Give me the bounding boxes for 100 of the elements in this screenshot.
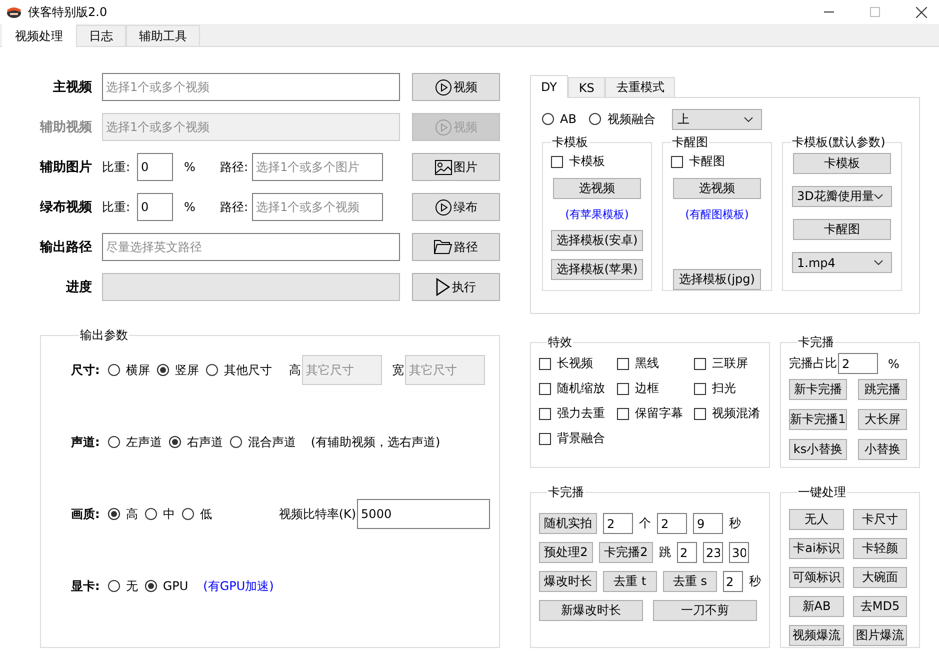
checkbox[interactable]: 视频混淆 <box>694 405 769 422</box>
action-button[interactable]: 新AB <box>789 596 844 617</box>
option-dropdown[interactable]: 3D花瓣使用量 <box>792 186 892 207</box>
path-field[interactable]: 选择1个或多个视频 <box>102 73 400 101</box>
action-button[interactable]: 一刀不剪 <box>653 600 757 621</box>
number-field[interactable]: 2 <box>603 513 633 534</box>
radio-button[interactable] <box>156 364 169 376</box>
checkbox[interactable]: 卡醒图 <box>671 153 725 170</box>
field-label: 宽 <box>392 362 404 378</box>
browse-button[interactable]: 视频 <box>412 73 500 101</box>
radio-label[interactable]: 左声道 <box>126 434 162 450</box>
template-button[interactable]: 卡醒图 <box>793 219 891 240</box>
template-button[interactable]: 卡模板 <box>793 153 891 174</box>
action-button[interactable]: 卡尺寸 <box>853 509 907 530</box>
number-field[interactable]: 2 <box>677 542 697 563</box>
radio-button[interactable] <box>206 364 218 376</box>
action-button[interactable]: 新爆改时长 <box>539 600 643 621</box>
browse-button[interactable]: 路径 <box>412 233 500 261</box>
position-dropdown[interactable]: 上 <box>672 108 762 130</box>
radio-button[interactable] <box>108 364 120 376</box>
path-field[interactable]: 选择1个或多个图片 <box>252 153 384 181</box>
tab[interactable]: 去重模式 <box>605 77 676 97</box>
radio-button[interactable] <box>230 436 242 448</box>
radio-label[interactable]: 无 <box>126 578 138 594</box>
action-button[interactable]: 随机实拍 <box>539 513 597 534</box>
action-button[interactable]: 卡轻颜 <box>853 538 907 559</box>
checkbox[interactable]: 背景融合 <box>539 430 617 447</box>
template-button[interactable]: 选择模板(安卓) <box>551 230 643 251</box>
browse-button[interactable]: 绿布 <box>412 193 500 221</box>
radio-label[interactable]: 其他尺寸 <box>224 362 272 378</box>
template-button[interactable]: 选视频 <box>553 178 641 199</box>
radio-label[interactable]: GPU <box>162 579 188 593</box>
radio-label[interactable]: 混合声道 <box>248 434 296 450</box>
radio-label[interactable]: 高 <box>126 506 138 522</box>
browse-button[interactable]: 图片 <box>412 153 500 181</box>
action-button[interactable]: 去重 s <box>663 571 717 592</box>
bitrate-field[interactable]: 5000 <box>357 499 490 529</box>
radio-button[interactable] <box>108 436 120 448</box>
checkbox[interactable]: 扫光 <box>694 380 769 397</box>
template-button[interactable]: 选择模板(苹果) <box>551 259 643 280</box>
radio-button[interactable] <box>182 508 194 520</box>
action-button[interactable]: 去MD5 <box>853 596 907 617</box>
radio-label[interactable]: 右声道 <box>186 434 223 450</box>
template-button[interactable]: 选视频 <box>673 178 761 199</box>
checkbox[interactable]: 边框 <box>617 380 694 397</box>
checkbox[interactable]: 随机缩放 <box>539 380 617 397</box>
radio-label[interactable]: 竖屏 <box>174 362 199 378</box>
action-button[interactable]: 可颂标识 <box>789 567 844 588</box>
ratio-field[interactable]: 2 <box>838 353 878 374</box>
radio-label[interactable]: 低 <box>200 506 212 522</box>
path-field[interactable]: 尽量选择英文路径 <box>102 233 400 261</box>
action-button[interactable]: 视频爆流 <box>789 625 844 646</box>
action-button[interactable]: 无人 <box>789 509 844 530</box>
number-field[interactable]: 9 <box>693 513 723 534</box>
action-button[interactable]: ks小替换 <box>789 439 847 460</box>
action-button[interactable]: 跳完播 <box>858 379 907 400</box>
number-field[interactable]: 23 <box>703 542 723 563</box>
close-icon[interactable] <box>916 6 927 18</box>
tab[interactable]: DY <box>530 75 568 98</box>
tab[interactable]: KS <box>568 77 606 97</box>
radio-button[interactable] <box>108 580 120 592</box>
radio-button[interactable] <box>168 436 181 448</box>
number-field[interactable]: 2 <box>723 571 743 592</box>
action-button[interactable]: 卡完播2 <box>599 542 653 563</box>
radio-label[interactable]: 中 <box>162 506 175 522</box>
checkbox[interactable]: 卡模板 <box>551 153 605 170</box>
radio-label[interactable]: 横屏 <box>126 362 150 378</box>
radio-label[interactable]: AB <box>560 112 576 126</box>
action-button[interactable]: 大长屏 <box>858 409 907 430</box>
checkbox[interactable]: 保留字幕 <box>617 405 694 422</box>
action-button[interactable]: 去重 t <box>603 571 657 592</box>
weight-field[interactable]: 0 <box>137 153 174 181</box>
action-button[interactable]: 预处理2 <box>539 542 593 563</box>
action-button[interactable]: 卡ai标识 <box>789 538 844 559</box>
radio-label[interactable]: 视频融合 <box>607 110 656 128</box>
radio-button[interactable] <box>108 508 120 520</box>
action-button[interactable]: 大碗面 <box>853 567 907 588</box>
tab[interactable]: 辅助工具 <box>126 25 200 46</box>
checkbox[interactable]: 强力去重 <box>539 405 617 422</box>
radio-button[interactable] <box>144 580 157 592</box>
path-field[interactable]: 选择1个或多个视频 <box>252 193 384 221</box>
radio-button[interactable] <box>144 508 157 520</box>
checkbox[interactable]: 三联屏 <box>694 355 769 372</box>
template-button[interactable]: 选择模板(jpg) <box>673 269 761 290</box>
weight-field[interactable]: 0 <box>137 193 174 221</box>
action-button[interactable]: 小替换 <box>858 439 907 460</box>
tab[interactable]: 日志 <box>76 25 126 46</box>
action-button[interactable]: 图片爆流 <box>853 625 907 646</box>
action-button[interactable]: 新卡完播1 <box>789 409 847 430</box>
action-button[interactable]: 新卡完播 <box>789 379 847 400</box>
browse-button[interactable]: 执行 <box>412 273 500 301</box>
action-button[interactable]: 爆改时长 <box>539 571 597 592</box>
checkbox[interactable]: 黑线 <box>617 355 694 372</box>
number-field[interactable]: 2 <box>657 513 687 534</box>
checkbox[interactable]: 长视频 <box>539 355 617 372</box>
option-dropdown[interactable]: 1.mp4 <box>792 252 892 273</box>
tab[interactable]: 视频处理 <box>2 24 76 47</box>
radio-button[interactable] <box>589 113 602 125</box>
radio-button[interactable] <box>542 113 554 125</box>
path-label: 路径: <box>220 158 248 176</box>
